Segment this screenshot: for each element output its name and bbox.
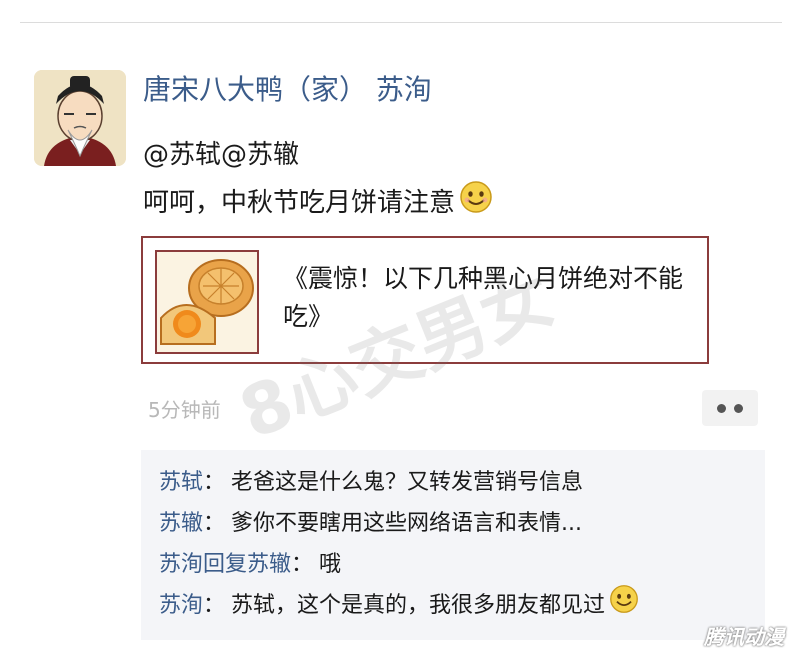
- comment-item[interactable]: 苏轼 ： 老爸这是什么鬼？又转发营销号信息: [159, 462, 747, 503]
- scholar-portrait-icon: [34, 70, 126, 166]
- comment-item[interactable]: 苏洵回复苏辙 ： 哦: [159, 544, 747, 585]
- comment-item[interactable]: 苏洵 ： 苏轼，这个是真的，我很多朋友都见过: [159, 584, 747, 628]
- comment-text: 苏轼，这个是真的，我很多朋友都见过: [231, 593, 606, 618]
- comment-list: 苏轼 ： 老爸这是什么鬼？又转发营销号信息 苏辙 ： 爹你不要瞎用这些网络语言和…: [141, 450, 765, 640]
- post-mentions[interactable]: @苏轼@苏辙: [143, 134, 299, 171]
- smiley-emoji-icon: [609, 584, 639, 628]
- post-text: 呵呵，中秋节吃月饼请注意: [143, 188, 456, 218]
- comment-author[interactable]: 苏洵回复苏辙: [159, 544, 291, 585]
- comment-separator: ：: [291, 552, 314, 577]
- mooncake-thumbnail: [155, 250, 259, 354]
- post-text-line: 呵呵，中秋节吃月饼请注意: [143, 180, 493, 221]
- comment-item[interactable]: 苏辙 ： 爹你不要瞎用这些网络语言和表情...: [159, 503, 747, 544]
- comment-author[interactable]: 苏轼: [159, 462, 203, 503]
- more-options-button[interactable]: [702, 390, 758, 426]
- source-watermark: 腾讯动漫: [704, 625, 784, 649]
- comment-separator: ：: [203, 593, 226, 618]
- author-avatar[interactable]: [34, 70, 126, 166]
- comment-author[interactable]: 苏辙: [159, 503, 203, 544]
- comment-separator: ：: [203, 470, 226, 495]
- more-dots-icon: [734, 403, 743, 413]
- more-dots-icon: [717, 403, 726, 413]
- mooncake-icon: [157, 252, 257, 352]
- comment-text: 爹你不要瞎用这些网络语言和表情...: [231, 511, 583, 536]
- smiley-emoji-icon: [459, 180, 493, 221]
- author-name-link[interactable]: 唐宋八大鸭（家） 苏洵: [143, 68, 432, 108]
- comment-author[interactable]: 苏洵: [159, 585, 203, 626]
- top-divider: [20, 22, 782, 23]
- comment-text: 哦: [319, 552, 342, 577]
- comment-text: 老爸这是什么鬼？又转发营销号信息: [231, 470, 584, 495]
- comment-separator: ：: [203, 511, 226, 536]
- post-timestamp: 5分钟前: [148, 398, 221, 422]
